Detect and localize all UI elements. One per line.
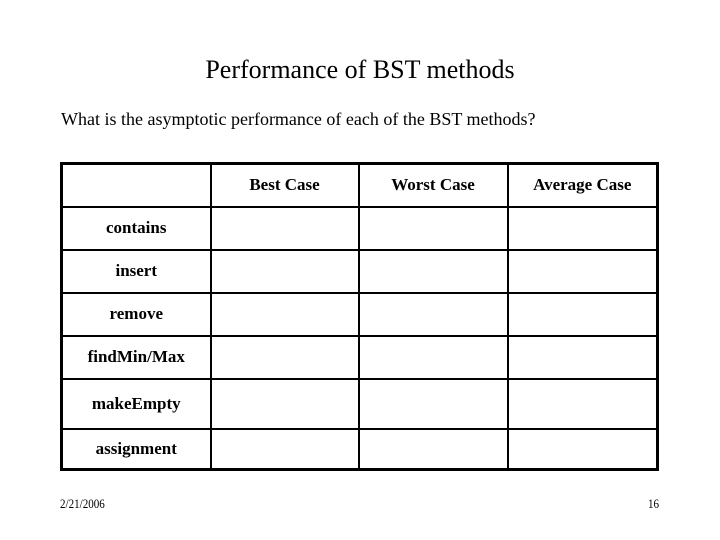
cell-average — [506, 427, 659, 471]
performance-table: Best Case Worst Case Average Case contai… — [60, 162, 659, 471]
corner-cell — [60, 162, 212, 208]
cell-worst — [357, 205, 509, 251]
cell-worst — [357, 248, 509, 294]
cell-worst — [357, 334, 509, 380]
cell-average — [506, 291, 659, 337]
table-header-row: Best Case Worst Case Average Case — [60, 162, 659, 208]
cell-best — [209, 248, 360, 294]
table-row: findMin/Max — [60, 334, 659, 380]
cell-best — [209, 377, 360, 430]
column-header-worst-case: Worst Case — [357, 162, 509, 208]
cell-average — [506, 205, 659, 251]
table-row: contains — [60, 205, 659, 251]
cell-worst — [357, 427, 509, 471]
row-label-remove: remove — [60, 291, 212, 337]
cell-worst — [357, 291, 509, 337]
page-number: 16 — [647, 496, 659, 511]
row-label-contains: contains — [60, 205, 212, 251]
cell-best — [209, 205, 360, 251]
table-row: remove — [60, 291, 659, 337]
table-row: makeEmpty — [60, 377, 659, 430]
table-row: assignment — [60, 427, 659, 471]
slide-title: Performance of BST methods — [205, 55, 515, 84]
row-label-assignment: assignment — [60, 427, 212, 471]
column-header-best-case: Best Case — [209, 162, 360, 208]
cell-best — [209, 291, 360, 337]
row-label-makeempty: makeEmpty — [60, 377, 212, 430]
cell-average — [506, 377, 659, 430]
cell-average — [506, 334, 659, 380]
cell-average — [506, 248, 659, 294]
footer-date: 2/21/2006 — [60, 496, 105, 511]
row-label-insert: insert — [60, 248, 212, 294]
column-header-average-case: Average Case — [506, 162, 659, 208]
cell-worst — [357, 377, 509, 430]
table-row: insert — [60, 248, 659, 294]
question-text: What is the asymptotic performance of ea… — [61, 109, 536, 129]
row-label-findminmax: findMin/Max — [60, 334, 212, 380]
cell-best — [209, 334, 360, 380]
cell-best — [209, 427, 360, 471]
